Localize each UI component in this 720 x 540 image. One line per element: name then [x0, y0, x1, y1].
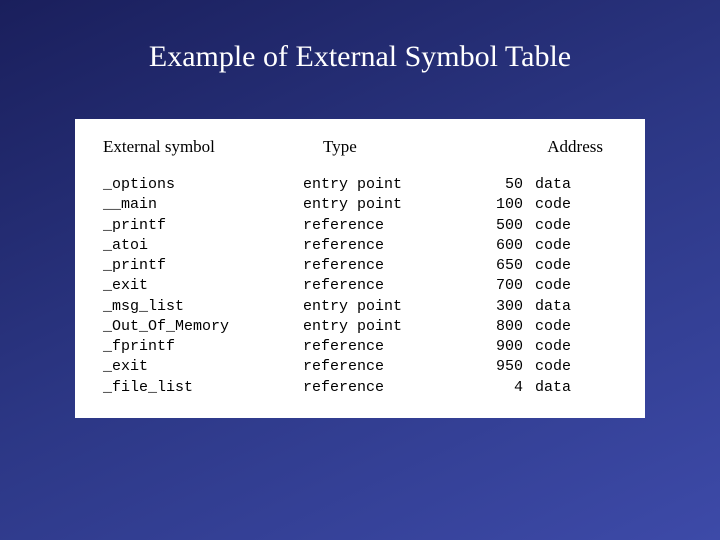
table-body: _optionsentry point50data__mainentry poi…: [103, 175, 617, 398]
cell-symbol: _file_list: [103, 378, 303, 398]
cell-address: 600: [473, 236, 523, 256]
cell-segment: code: [523, 357, 571, 377]
cell-address: 900: [473, 337, 523, 357]
cell-address: 4: [473, 378, 523, 398]
cell-address: 500: [473, 216, 523, 236]
cell-address: 650: [473, 256, 523, 276]
cell-type: entry point: [303, 195, 473, 215]
cell-symbol: __main: [103, 195, 303, 215]
table-row: _exitreference950code: [103, 357, 617, 377]
cell-symbol: _printf: [103, 256, 303, 276]
cell-segment: code: [523, 236, 571, 256]
slide: Example of External Symbol Table Externa…: [0, 0, 720, 540]
cell-address: 300: [473, 297, 523, 317]
cell-symbol: _Out_Of_Memory: [103, 317, 303, 337]
slide-title: Example of External Symbol Table: [30, 40, 690, 74]
cell-type: reference: [303, 337, 473, 357]
cell-symbol: _atoi: [103, 236, 303, 256]
symbol-table-panel: External symbol Type Address _optionsent…: [75, 119, 645, 418]
header-address: Address: [493, 137, 611, 157]
cell-segment: data: [523, 175, 571, 195]
cell-type: reference: [303, 276, 473, 296]
cell-symbol: _fprintf: [103, 337, 303, 357]
cell-type: reference: [303, 216, 473, 236]
table-row: _file_listreference4data: [103, 378, 617, 398]
table-row: _exitreference700code: [103, 276, 617, 296]
cell-address: 100: [473, 195, 523, 215]
header-type: Type: [323, 137, 493, 157]
cell-symbol: _msg_list: [103, 297, 303, 317]
cell-type: reference: [303, 378, 473, 398]
cell-address: 700: [473, 276, 523, 296]
table-row: _printfreference650code: [103, 256, 617, 276]
cell-segment: data: [523, 378, 571, 398]
table-row: _fprintfreference900code: [103, 337, 617, 357]
cell-symbol: _exit: [103, 276, 303, 296]
cell-symbol: _options: [103, 175, 303, 195]
table-row: _Out_Of_Memoryentry point800code: [103, 317, 617, 337]
cell-segment: code: [523, 276, 571, 296]
table-row: _optionsentry point50data: [103, 175, 617, 195]
cell-segment: code: [523, 337, 571, 357]
cell-type: entry point: [303, 317, 473, 337]
cell-segment: code: [523, 216, 571, 236]
cell-segment: code: [523, 195, 571, 215]
cell-segment: code: [523, 317, 571, 337]
cell-type: reference: [303, 357, 473, 377]
cell-address: 800: [473, 317, 523, 337]
cell-segment: data: [523, 297, 571, 317]
header-symbol: External symbol: [103, 137, 323, 157]
cell-type: reference: [303, 236, 473, 256]
cell-symbol: _exit: [103, 357, 303, 377]
table-header-row: External symbol Type Address: [103, 137, 617, 157]
cell-address: 950: [473, 357, 523, 377]
cell-symbol: _printf: [103, 216, 303, 236]
table-row: _atoireference600code: [103, 236, 617, 256]
cell-segment: code: [523, 256, 571, 276]
cell-type: entry point: [303, 297, 473, 317]
cell-address: 50: [473, 175, 523, 195]
cell-type: reference: [303, 256, 473, 276]
table-row: _printfreference500code: [103, 216, 617, 236]
table-row: _msg_listentry point300data: [103, 297, 617, 317]
table-row: __mainentry point100code: [103, 195, 617, 215]
cell-type: entry point: [303, 175, 473, 195]
